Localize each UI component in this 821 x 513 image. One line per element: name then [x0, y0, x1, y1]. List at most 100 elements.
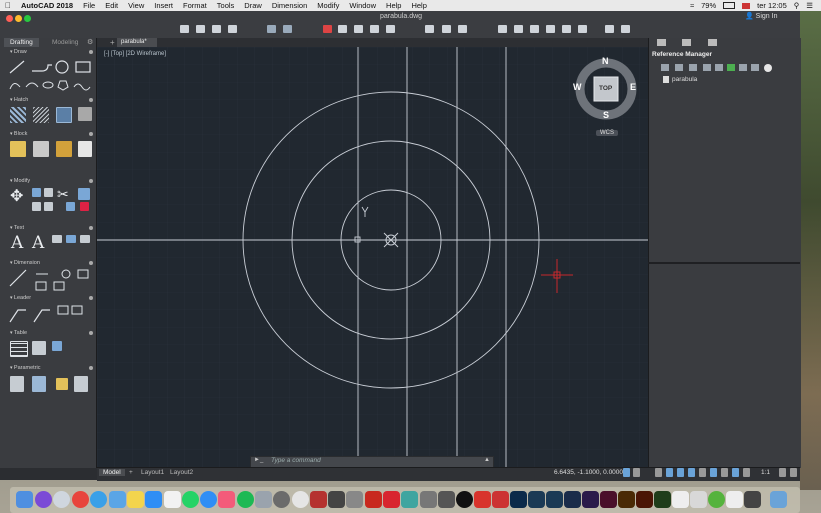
notes-icon[interactable]	[127, 491, 144, 508]
pan-hand-icon[interactable]	[514, 25, 523, 33]
fullscreen-icon[interactable]	[790, 468, 797, 477]
table-icon[interactable]	[10, 341, 28, 357]
tab-layout2[interactable]: Layout2	[170, 469, 193, 476]
explode-icon[interactable]	[80, 202, 89, 211]
wifi-icon[interactable]: ≈	[690, 1, 694, 10]
tab-modeling[interactable]: Modeling	[46, 38, 84, 47]
launchpad-icon[interactable]	[53, 491, 70, 508]
ref-reload-icon[interactable]	[689, 64, 697, 71]
messenger-icon[interactable]	[200, 491, 217, 508]
menu-modify[interactable]: Modify	[312, 1, 344, 10]
viewcube-north[interactable]: N	[602, 56, 609, 66]
save-icon[interactable]	[212, 25, 221, 33]
find-text-icon[interactable]	[80, 235, 90, 243]
section-text[interactable]: Text	[10, 225, 24, 231]
ref-sync-icon[interactable]	[727, 64, 735, 71]
text-style-icon[interactable]	[52, 235, 62, 243]
lightroom-icon[interactable]	[528, 491, 545, 508]
copy-icon[interactable]	[44, 188, 53, 197]
photoshop-icon[interactable]	[510, 491, 527, 508]
lightroom-classic-icon[interactable]	[546, 491, 563, 508]
app-menu[interactable]: AutoCAD 2018	[16, 1, 78, 10]
trim-icon[interactable]: ✂	[57, 186, 69, 203]
boundary-icon[interactable]	[56, 107, 72, 123]
command-input[interactable]: Type a command	[271, 457, 321, 464]
viewport-icon[interactable]	[562, 25, 571, 33]
xref-icon[interactable]	[442, 25, 451, 33]
panel-tab-3-icon[interactable]	[708, 39, 717, 46]
drawing-canvas[interactable]	[97, 47, 648, 467]
image-capture-icon[interactable]	[328, 491, 345, 508]
selection-cycling-icon[interactable]	[721, 468, 728, 477]
ref-attach-icon[interactable]	[661, 64, 669, 71]
section-hatch[interactable]: Hatch	[10, 97, 28, 103]
attribute-icon[interactable]	[78, 141, 92, 157]
apple-icon[interactable]: 	[0, 1, 16, 10]
3d-osnap-icon[interactable]	[732, 468, 739, 477]
disk-utility-icon[interactable]	[273, 491, 290, 508]
menu-dimension[interactable]: Dimension	[267, 1, 312, 10]
viewcube-south[interactable]: S	[603, 110, 609, 120]
maya-icon[interactable]	[401, 491, 418, 508]
illustrator-icon[interactable]	[618, 491, 635, 508]
rhino-icon[interactable]	[438, 491, 455, 508]
viewcube-west[interactable]: W	[573, 82, 582, 92]
photos-icon[interactable]	[292, 491, 309, 508]
vray-icon[interactable]	[456, 491, 473, 508]
insert-block-icon[interactable]	[10, 141, 26, 157]
stretch-icon[interactable]	[44, 202, 53, 211]
new-drawing-tab-icon[interactable]: +	[110, 38, 115, 47]
geometric-constraint-icon[interactable]	[10, 376, 24, 392]
search-icon[interactable]: ⚲	[794, 1, 800, 10]
sketchbook-icon[interactable]	[492, 491, 509, 508]
section-text-gear-icon[interactable]	[89, 226, 93, 230]
section-table[interactable]: Table	[10, 330, 27, 336]
tab-drafting[interactable]: Drafting	[4, 38, 39, 47]
list-icon[interactable]: ☰	[806, 1, 813, 10]
menu-file[interactable]: File	[78, 1, 100, 10]
layer-icon[interactable]	[354, 25, 363, 33]
menu-view[interactable]: View	[123, 1, 149, 10]
finder-icon[interactable]	[16, 491, 33, 508]
plot-icon[interactable]	[323, 25, 332, 33]
panel-tab-2-icon[interactable]	[682, 39, 691, 46]
zoom-icon[interactable]	[498, 25, 507, 33]
siri-icon[interactable]	[35, 491, 52, 508]
grid-toggle-icon[interactable]	[623, 468, 630, 477]
ref-info-icon[interactable]	[764, 64, 772, 72]
drawing-tab-parabula[interactable]: parabula*	[117, 38, 157, 47]
ref-open-icon[interactable]	[739, 64, 747, 71]
annotation-scale[interactable]: 1:1	[761, 469, 770, 476]
section-leader-gear-icon[interactable]	[89, 296, 93, 300]
infuse-icon[interactable]	[744, 491, 761, 508]
lineweight-toggle-icon[interactable]	[699, 468, 706, 477]
menu-edit[interactable]: Edit	[100, 1, 123, 10]
close-window-icon[interactable]	[6, 15, 13, 22]
annotation-visibility-icon[interactable]	[743, 468, 750, 477]
sketchup-icon[interactable]	[474, 491, 491, 508]
move-icon[interactable]: ✥	[10, 186, 23, 206]
open-file-icon[interactable]	[196, 25, 205, 33]
polar-toggle-icon[interactable]	[666, 468, 673, 477]
whatsapp-icon[interactable]	[182, 491, 199, 508]
multiline-text-icon[interactable]: A	[11, 233, 23, 253]
reference-item[interactable]: parabula	[672, 76, 697, 83]
zoom-window-icon[interactable]	[24, 15, 31, 22]
viewport-controls[interactable]: [-] [Top] [2D Wireframe]	[104, 51, 166, 57]
data-link-icon[interactable]	[52, 341, 62, 351]
vectorworks-icon[interactable]	[420, 491, 437, 508]
palette-right-icon[interactable]	[621, 25, 630, 33]
filezilla-icon[interactable]	[365, 491, 382, 508]
section-parametric-gear-icon[interactable]	[89, 366, 93, 370]
palette-left-icon[interactable]	[605, 25, 614, 33]
battery-level[interactable]: 79%	[701, 1, 716, 10]
gradient-icon[interactable]	[33, 107, 49, 123]
autocad-icon[interactable]	[383, 491, 400, 508]
command-expand-icon[interactable]: ▲	[484, 457, 490, 463]
safari-icon[interactable]	[90, 491, 107, 508]
flag-icon[interactable]	[742, 2, 751, 9]
premiere-icon[interactable]	[582, 491, 599, 508]
auto-constrain-icon[interactable]	[32, 376, 46, 392]
utility-icon[interactable]	[346, 491, 363, 508]
wcs-menu[interactable]: WCS	[596, 130, 618, 136]
